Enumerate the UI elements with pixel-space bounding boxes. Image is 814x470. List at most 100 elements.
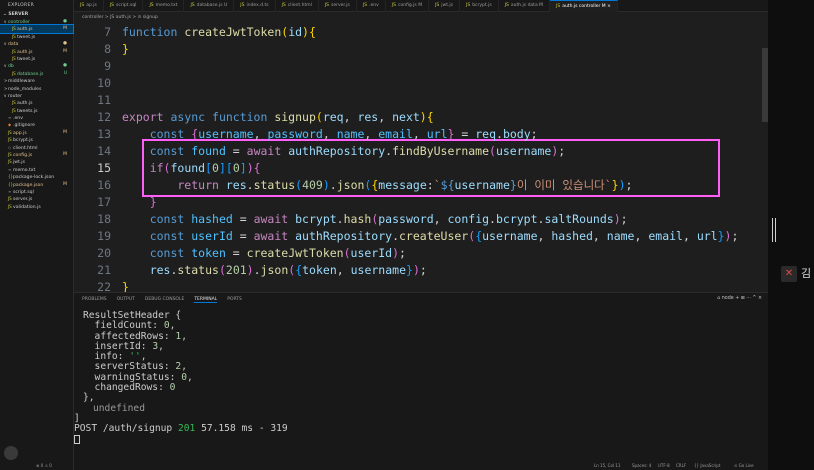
editor-tab[interactable]: JS config.js M: [386, 0, 430, 12]
indentation[interactable]: Spaces: 4: [632, 462, 651, 470]
tree-item-label: data: [8, 42, 19, 48]
editor-tab[interactable]: JS server.js: [319, 0, 357, 12]
editor-tab-label: database.js U: [196, 3, 228, 8]
cursor-position[interactable]: Ln 15, Col 11: [594, 462, 620, 470]
editor-tab[interactable]: JS index.d.ts: [234, 0, 276, 12]
code-token: .: [489, 212, 496, 226]
code-line[interactable]: 11: [74, 92, 764, 109]
tree-item-label: db: [8, 64, 14, 70]
tree-item[interactable]: JSapp.js M: [0, 129, 73, 136]
editor-tab[interactable]: JS script.sql: [104, 0, 144, 12]
code-line[interactable]: 12 export async function signup(req, res,…: [74, 109, 764, 126]
tree-item[interactable]: JStweet.js: [0, 33, 73, 40]
encoding[interactable]: UTF-8: [658, 462, 670, 470]
panel-tab-output[interactable]: OUTPUT: [117, 297, 135, 303]
workspace-folder-label: SERVER: [8, 12, 29, 17]
code-line[interactable]: 18 const hashed = await bcrypt.hash(pass…: [74, 211, 764, 228]
panel-tab-problems[interactable]: PROBLEMS: [82, 297, 107, 303]
editor-tab[interactable]: JS database.js U: [184, 0, 235, 12]
editor-tab[interactable]: JS client.html: [276, 0, 319, 12]
tree-item[interactable]: ≡ memo.txt: [0, 166, 73, 173]
line-ending[interactable]: CRLF: [676, 462, 686, 470]
tree-item-label: jwt.js: [13, 160, 25, 166]
go-live-button[interactable]: ⊙ Go Live: [734, 462, 754, 470]
tree-item[interactable]: JSauth.js M: [0, 24, 74, 34]
code-token: ,: [364, 127, 379, 141]
editor-tab[interactable]: JS auth.js data M: [499, 0, 551, 12]
tree-item[interactable]: JSserver.js: [0, 195, 73, 202]
code-line[interactable]: 22}: [74, 279, 764, 292]
tree-item[interactable]: ◆ .gitignore: [0, 121, 73, 128]
tree-item[interactable]: JSbcrypt.js: [0, 136, 73, 143]
tree-item[interactable]: ≡ script.sql: [0, 188, 73, 195]
tree-item[interactable]: v db ●: [0, 62, 73, 69]
tree-item[interactable]: JSauth.js: [0, 99, 73, 106]
editor-tab[interactable]: JS bcrypt.js: [460, 0, 499, 12]
editor-tabs: JS ap.js JS script.sql JS memo.txt JS database.…: [74, 0, 814, 12]
editor-tab[interactable]: JS .env: [357, 0, 386, 12]
tree-item[interactable]: JSvalidation.js: [0, 203, 73, 210]
code-line[interactable]: 7 function createJwtToken(id){: [74, 24, 764, 41]
panel-tab-ports[interactable]: PORTS: [227, 297, 242, 303]
tree-item[interactable]: {}package-lock.json: [0, 173, 73, 180]
editor-tab[interactable]: JS ap.js: [74, 0, 104, 12]
code-token: function: [122, 25, 185, 39]
code-line[interactable]: 13 const {username, password, name, emai…: [74, 126, 764, 143]
tree-item[interactable]: v data ●: [0, 40, 73, 47]
js-file-icon: JS: [80, 3, 85, 8]
tree-item[interactable]: {}package.json M: [0, 181, 73, 188]
accounts-icon[interactable]: [4, 446, 18, 460]
editor-tab[interactable]: JS auth.js controller M ×: [550, 0, 618, 12]
tree-item[interactable]: JSdatabase.js U: [0, 70, 73, 77]
tree-item[interactable]: >middleware: [0, 77, 73, 84]
code-token: .: [253, 263, 261, 277]
code-line[interactable]: 21 res.status(201).json({token, username…: [74, 262, 764, 279]
git-status-badge: M: [63, 152, 67, 158]
problems-counter[interactable]: ⊗ 0 ⚠ 0: [0, 462, 74, 470]
code-line[interactable]: 19 const userId = await authRepository.c…: [74, 228, 764, 245]
code-editor[interactable]: 7 function createJwtToken(id){8} 9 10 11 12 ex…: [74, 22, 764, 292]
code-line[interactable]: 10: [74, 75, 764, 92]
tree-item[interactable]: ◇ client.html: [0, 144, 73, 151]
workspace-folder[interactable]: ⌄ SERVER: [0, 11, 73, 18]
code-token: ,: [343, 110, 358, 124]
code-token: =: [232, 229, 254, 243]
code-token: username: [350, 263, 406, 277]
code-line[interactable]: 16 return res.status(409).json({message:…: [74, 177, 764, 194]
tree-item[interactable]: JSjwt.js: [0, 158, 73, 165]
editor-tab[interactable]: JS memo.txt: [143, 0, 185, 12]
tree-item[interactable]: JStweet.js: [0, 55, 73, 62]
tree-item[interactable]: JSconfig.js M: [0, 151, 73, 158]
tree-item[interactable]: v controller ●: [0, 18, 73, 25]
tree-item[interactable]: JSauth.js M: [0, 48, 73, 55]
tree-item[interactable]: JStweets.js: [0, 107, 73, 114]
code-line[interactable]: 9: [74, 58, 764, 75]
tree-item[interactable]: >node_modules: [0, 85, 73, 92]
code-line[interactable]: 20 const token = createJwtToken(userId);: [74, 245, 764, 262]
code-token: email: [378, 127, 413, 141]
panel-tab-debug-console[interactable]: DEBUG CONSOLE: [145, 297, 184, 303]
code-token: password: [267, 127, 323, 141]
panel-tab-terminal[interactable]: TERMINAL: [194, 297, 218, 303]
code-line[interactable]: 14 const found = await authRepository.fi…: [74, 143, 764, 160]
code-line[interactable]: 15 if(found[0][0]){: [74, 160, 764, 177]
breadcrumb[interactable]: controller > JS auth.js > ⊙ signup: [82, 13, 158, 22]
code-text: const found = await authRepository.findB…: [122, 143, 566, 160]
code-token: hashed: [551, 229, 593, 243]
code-token: =: [232, 212, 254, 226]
participant-name: 김: [801, 267, 812, 280]
tree-item[interactable]: v router: [0, 92, 73, 99]
terminal-output[interactable]: ResultSetHeader { fieldCount: 0, affecte…: [74, 310, 288, 445]
code-token: }: [122, 42, 129, 56]
tree-item[interactable]: ≡ .env: [0, 114, 73, 121]
terminal-text: },: [83, 392, 95, 404]
code-line[interactable]: 17 }: [74, 194, 764, 211]
code-token: req: [475, 127, 497, 141]
terminal-prompt[interactable]: [74, 434, 288, 446]
editor-tab[interactable]: JS jwt.js: [429, 0, 461, 12]
terminal-toolbar[interactable]: ⌂ node + ⊞ ··· ^ ×: [717, 296, 762, 301]
language-mode[interactable]: {} JavaScript: [694, 462, 720, 470]
code-line[interactable]: 8}: [74, 41, 764, 58]
js-file-icon: JS: [435, 3, 440, 8]
code-token: json: [260, 263, 289, 277]
